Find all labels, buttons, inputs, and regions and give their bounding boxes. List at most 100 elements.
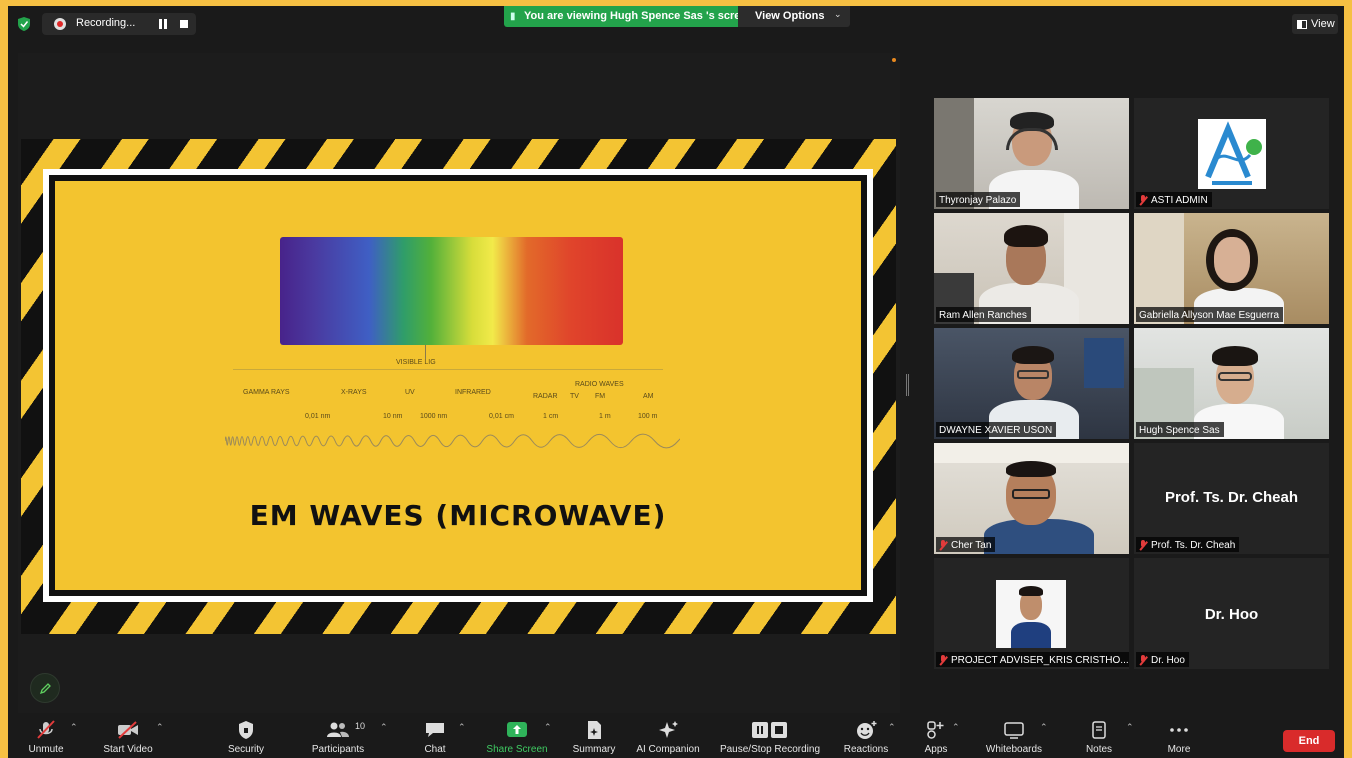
glasses-icon <box>1012 489 1050 499</box>
participant-name: Thyronjay Palazo <box>936 192 1021 207</box>
summary-button[interactable]: Summary <box>564 716 624 758</box>
annotate-button[interactable] <box>30 673 60 703</box>
speaker-icon: ▮ <box>510 11 516 22</box>
pencil-icon <box>39 683 51 695</box>
glasses-icon <box>1218 372 1252 381</box>
organization-logo <box>1198 119 1266 189</box>
viewing-banner-text: You are viewing Hugh Spence Sas 's scree… <box>524 10 754 22</box>
chevron-up-icon[interactable]: ⌃ <box>70 722 78 733</box>
slide-content: VISIBLE LIG GAMMA RAYS X-RAYS UV INFRARE… <box>55 181 861 590</box>
chevron-up-icon[interactable]: ⌃ <box>380 722 388 733</box>
band-label: AM <box>643 393 654 400</box>
mic-muted-icon <box>939 654 948 666</box>
video-tile[interactable]: Dr. Hoo Dr. Hoo <box>1134 558 1329 669</box>
participants-count: 10 <box>355 721 366 731</box>
record-icon <box>54 18 66 30</box>
wavelength-label: 0,01 cm <box>489 413 514 420</box>
video-tile[interactable]: ASTI ADMIN <box>1134 98 1329 209</box>
recording-label: Recording... <box>76 17 136 29</box>
share-screen-icon <box>507 722 527 737</box>
video-tile[interactable]: Gabriella Allyson Mae Esguerra <box>1134 213 1329 324</box>
participant-name: DWAYNE XAVIER USON <box>936 422 1057 437</box>
participant-name: Dr. Hoo <box>1136 652 1189 667</box>
wavelength-label: 100 m <box>638 413 658 420</box>
top-bar: Recording... ▮ You are viewing Hugh Spen… <box>8 6 1344 40</box>
view-options-button[interactable]: View Options ⌄ <box>738 6 850 27</box>
visible-spectrum-bar <box>280 237 623 345</box>
participant-name: Cher Tan <box>936 537 996 552</box>
stop-recording-icon[interactable] <box>180 20 188 28</box>
chat-button[interactable]: Chat <box>410 716 460 758</box>
ai-companion-button[interactable]: AI Companion <box>630 716 706 758</box>
more-button[interactable]: More <box>1154 716 1204 758</box>
chevron-up-icon[interactable]: ⌃ <box>888 722 896 733</box>
visible-light-label: VISIBLE LIG <box>396 359 436 366</box>
participant-name: PROJECT ADVISER_KRIS CRISTHO... <box>936 652 1129 667</box>
share-screen-button[interactable]: Share Screen <box>482 716 552 758</box>
pause-stop-icon <box>752 722 787 738</box>
chevron-down-icon: ⌄ <box>834 9 842 19</box>
reactions-button[interactable]: Reactions <box>836 716 896 758</box>
wavelength-label: 1 m <box>599 413 611 420</box>
video-tile[interactable]: DWAYNE XAVIER USON <box>934 328 1129 439</box>
view-options-label: View Options <box>755 10 825 22</box>
participants-button[interactable]: 10 Participants <box>303 716 373 758</box>
participant-name: Prof. Ts. Dr. Cheah <box>1136 537 1240 552</box>
video-tile[interactable]: PROJECT ADVISER_KRIS CRISTHO... <box>934 558 1129 669</box>
video-tile[interactable]: Ram Allen Ranches <box>934 213 1129 324</box>
end-meeting-button[interactable]: End <box>1283 730 1335 752</box>
participant-name: ASTI ADMIN <box>1136 192 1212 207</box>
view-label: View <box>1311 18 1335 30</box>
slide-title: EM WAVES (MICROWAVE) <box>249 499 667 532</box>
presentation-slide: VISIBLE LIG GAMMA RAYS X-RAYS UV INFRARE… <box>21 139 896 634</box>
band-label: FM <box>595 393 606 400</box>
participant-display-name: Dr. Hoo <box>1204 606 1259 623</box>
sparkle-icon <box>659 721 678 738</box>
notes-button[interactable]: Notes <box>1074 716 1124 758</box>
chevron-up-icon[interactable]: ⌃ <box>1126 722 1134 733</box>
participant-name: Gabriella Allyson Mae Esguerra <box>1136 307 1284 322</box>
layout-icon <box>1297 20 1307 29</box>
participant-name: Hugh Spence Sas <box>1136 422 1224 437</box>
security-button[interactable]: Security <box>218 716 274 758</box>
apps-icon <box>927 721 944 739</box>
unmute-button[interactable]: Unmute <box>16 716 76 758</box>
participant-display-name: Prof. Ts. Dr. Cheah <box>1164 489 1299 506</box>
mic-muted-icon <box>939 539 948 551</box>
chevron-up-icon[interactable]: ⌃ <box>156 722 164 733</box>
view-button[interactable]: View <box>1292 14 1338 34</box>
status-dot <box>892 58 896 62</box>
viewing-banner: ▮ You are viewing Hugh Spence Sas 's scr… <box>504 6 753 27</box>
video-tile[interactable]: Cher Tan <box>934 443 1129 554</box>
slide-frame: VISIBLE LIG GAMMA RAYS X-RAYS UV INFRARE… <box>43 169 873 602</box>
more-icon <box>1170 728 1188 732</box>
wavelength-label: 1000 nm <box>420 413 448 420</box>
shared-screen: VISIBLE LIG GAMMA RAYS X-RAYS UV INFRARE… <box>18 53 900 713</box>
shield-icon[interactable] <box>18 17 30 31</box>
wavelength-label: 10 nm <box>383 413 403 420</box>
participants-icon <box>327 722 349 737</box>
mic-muted-icon <box>1139 654 1148 666</box>
band-label: RADAR <box>533 393 558 400</box>
video-off-icon <box>118 721 138 739</box>
wavelength-label: 0,01 nm <box>305 413 331 420</box>
wave-illustration <box>225 433 680 449</box>
video-tile[interactable]: Thyronjay Palazo <box>934 98 1129 209</box>
chevron-up-icon[interactable]: ⌃ <box>544 722 552 733</box>
band-label: INFRARED <box>455 389 491 396</box>
video-tile[interactable]: Prof. Ts. Dr. Cheah Prof. Ts. Dr. Cheah <box>1134 443 1329 554</box>
pause-stop-recording-button[interactable]: Pause/Stop Recording <box>714 716 826 758</box>
panel-resize-handle[interactable] <box>906 374 909 396</box>
zoom-meeting-window: Recording... ▮ You are viewing Hugh Spen… <box>8 6 1344 758</box>
pause-recording-icon[interactable] <box>158 19 168 29</box>
band-label: GAMMA RAYS <box>243 389 290 396</box>
chevron-up-icon[interactable]: ⌃ <box>1040 722 1048 733</box>
chevron-up-icon[interactable]: ⌃ <box>458 722 466 733</box>
mic-muted-icon <box>1139 539 1148 551</box>
participant-name: Ram Allen Ranches <box>936 307 1031 322</box>
band-label: X-RAYS <box>341 389 367 396</box>
notes-icon <box>1092 721 1106 739</box>
video-tile-active-speaker[interactable]: Hugh Spence Sas <box>1134 328 1329 439</box>
chevron-up-icon[interactable]: ⌃ <box>952 722 960 733</box>
whiteboard-icon <box>1004 722 1024 739</box>
